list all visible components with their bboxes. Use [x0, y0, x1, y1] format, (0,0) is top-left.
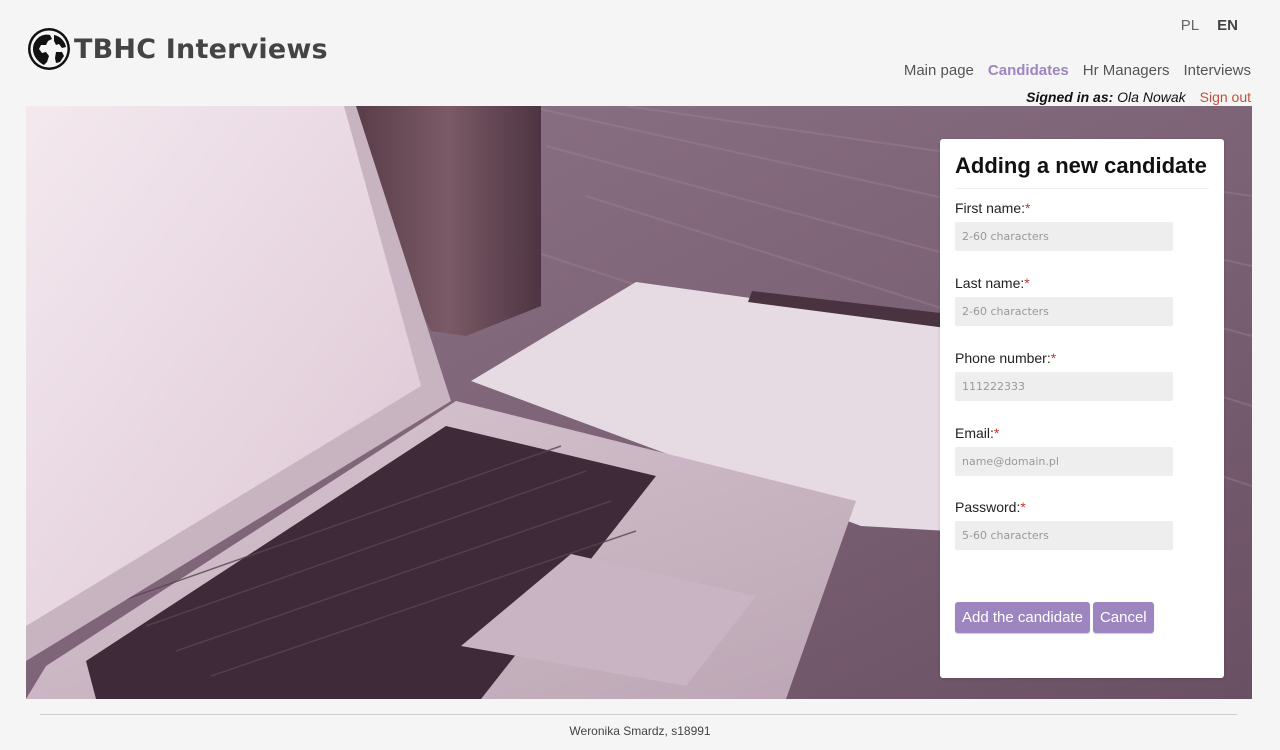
- language-switcher: PL EN: [1181, 17, 1238, 34]
- email-label: Email:*: [955, 425, 1000, 441]
- add-candidate-form: Adding a new candidate First name:* Last…: [940, 139, 1224, 678]
- lang-pl[interactable]: PL: [1181, 17, 1199, 34]
- required-marker: *: [993, 425, 1000, 441]
- password-field[interactable]: [955, 521, 1173, 550]
- nav-main-page[interactable]: Main page: [904, 62, 974, 79]
- nav-interviews[interactable]: Interviews: [1183, 62, 1251, 79]
- required-marker: *: [1024, 275, 1030, 291]
- phone-number-field[interactable]: [955, 372, 1173, 401]
- sign-out-link[interactable]: Sign out: [1200, 89, 1251, 105]
- signed-in-user: Ola Nowak: [1117, 89, 1186, 105]
- nav-hr-managers[interactable]: Hr Managers: [1083, 62, 1170, 79]
- nav-candidates[interactable]: Candidates: [988, 62, 1069, 79]
- last-name-group: Last name:*: [955, 275, 1173, 326]
- phone-number-group: Phone number:*: [955, 350, 1173, 401]
- form-title: Adding a new candidate: [955, 153, 1207, 178]
- last-name-label: Last name:*: [955, 275, 1030, 291]
- last-name-field[interactable]: [955, 297, 1173, 326]
- lang-en[interactable]: EN: [1217, 17, 1238, 34]
- password-label: Password:*: [955, 499, 1026, 515]
- email-field[interactable]: [955, 447, 1173, 476]
- phone-number-label: Phone number:*: [955, 350, 1057, 366]
- first-name-field[interactable]: [955, 222, 1173, 251]
- app-title: TBHC Interviews: [74, 33, 328, 65]
- form-actions: Add the candidate Cancel: [955, 602, 1154, 633]
- required-marker: *: [1050, 350, 1057, 366]
- first-name-group: First name:*: [955, 200, 1173, 251]
- cancel-button[interactable]: Cancel: [1092, 602, 1154, 633]
- add-candidate-button[interactable]: Add the candidate: [955, 602, 1090, 633]
- footer-divider: [40, 714, 1237, 715]
- required-marker: *: [1025, 200, 1031, 216]
- globe-icon: [28, 28, 70, 70]
- email-group: Email:*: [955, 425, 1173, 476]
- signed-in-label: Signed in as:: [1026, 89, 1114, 105]
- required-marker: *: [1020, 499, 1026, 515]
- footer-text: Weronika Smardz, s18991: [569, 724, 711, 738]
- brand-logo[interactable]: TBHC Interviews: [26, 25, 328, 73]
- form-divider: [955, 188, 1209, 189]
- main-nav: Main page Candidates Hr Managers Intervi…: [904, 62, 1251, 79]
- password-group: Password:*: [955, 499, 1173, 550]
- first-name-label: First name:*: [955, 200, 1031, 216]
- session-info: Signed in as: Ola Nowak Sign out: [1026, 89, 1251, 105]
